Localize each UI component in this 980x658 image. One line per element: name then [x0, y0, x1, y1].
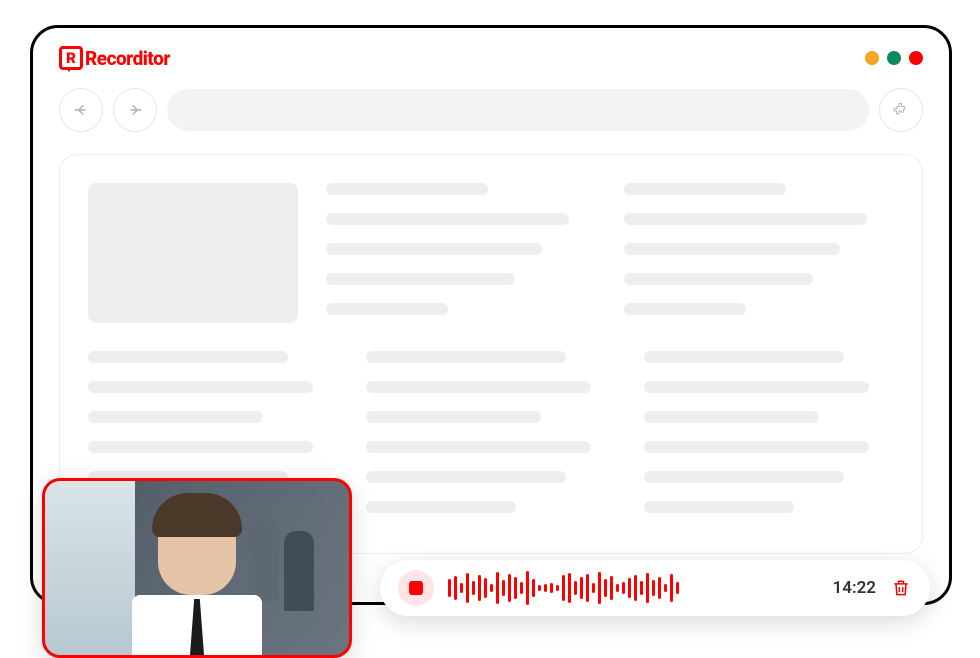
skeleton-line	[644, 501, 794, 513]
content-thumbnail	[88, 183, 298, 323]
window-controls	[865, 51, 923, 65]
delete-recording-button[interactable]	[890, 577, 912, 599]
stop-recording-button[interactable]	[398, 570, 434, 606]
waveform-bar	[550, 583, 553, 593]
skeleton-line	[644, 381, 869, 393]
skeleton-line	[366, 381, 591, 393]
app-name: Recorditor	[85, 47, 170, 70]
waveform-bar	[460, 583, 463, 593]
skeleton-line	[624, 183, 786, 195]
waveform-bar	[448, 579, 451, 597]
window-header: R Recorditor	[33, 28, 949, 78]
waveform-bar	[676, 582, 679, 594]
skeleton-line	[366, 351, 566, 363]
waveform-bar	[610, 576, 613, 600]
waveform-bar	[454, 576, 457, 600]
waveform-bar	[544, 584, 547, 592]
skeleton-line	[326, 273, 515, 285]
waveform-bar	[490, 584, 493, 592]
waveform-bar	[646, 573, 649, 603]
arrow-left-icon	[72, 101, 90, 119]
waveform-bar	[562, 575, 565, 601]
recording-duration: 14:22	[833, 578, 876, 598]
close-button[interactable]	[909, 51, 923, 65]
skeleton-line	[624, 303, 746, 315]
waveform-bar	[514, 577, 517, 599]
content-top-section	[88, 183, 894, 323]
webcam-preview[interactable]	[42, 478, 352, 658]
waveform-bar	[526, 571, 529, 605]
skeleton-line	[88, 351, 288, 363]
waveform-bar	[556, 585, 559, 591]
waveform-bar	[658, 577, 661, 599]
skeleton-line	[624, 243, 840, 255]
skeleton-line	[644, 351, 844, 363]
app-logo: R Recorditor	[59, 46, 170, 70]
waveform-bar	[538, 585, 541, 591]
back-button[interactable]	[59, 88, 103, 132]
skeleton-line	[624, 213, 867, 225]
stop-icon	[409, 581, 423, 595]
waveform-bar	[616, 584, 619, 592]
logo-icon: R	[59, 46, 83, 70]
skeleton-line	[88, 381, 313, 393]
waveform-bar	[472, 581, 475, 595]
arrow-right-icon	[126, 101, 144, 119]
waveform-bar	[598, 572, 601, 604]
skeleton-line	[326, 243, 542, 255]
skeleton-line	[366, 471, 566, 483]
extensions-button[interactable]	[879, 88, 923, 132]
waveform-bar	[520, 582, 523, 594]
address-bar[interactable]	[167, 89, 869, 131]
content-columns	[326, 183, 894, 323]
waveform-bar	[622, 582, 625, 594]
skeleton-line	[366, 441, 591, 453]
skeleton-line	[326, 213, 569, 225]
skeleton-line	[644, 471, 844, 483]
skeleton-line	[326, 303, 448, 315]
skeleton-line	[624, 273, 813, 285]
waveform-bar	[652, 580, 655, 596]
skeleton-line	[88, 441, 313, 453]
waveform-bar	[586, 574, 589, 602]
trash-icon	[891, 578, 911, 598]
waveform-bar	[604, 579, 607, 597]
waveform-bar	[634, 575, 637, 601]
recording-control-bar: 14:22	[380, 560, 930, 616]
forward-button[interactable]	[113, 88, 157, 132]
skeleton-line	[644, 441, 869, 453]
skeleton-line	[644, 411, 819, 423]
waveform-bar	[640, 581, 643, 595]
puzzle-icon	[891, 100, 911, 120]
waveform-bar	[592, 583, 595, 593]
skeleton-line	[326, 183, 488, 195]
content-column	[624, 183, 894, 323]
waveform-bar	[568, 573, 571, 603]
waveform-bar	[508, 574, 511, 602]
skeleton-line	[88, 411, 263, 423]
waveform-bar	[580, 577, 583, 599]
waveform-bar	[466, 573, 469, 603]
content-column	[366, 351, 616, 513]
skeleton-line	[366, 411, 541, 423]
waveform-bar	[574, 581, 577, 595]
navigation-row	[33, 78, 949, 142]
content-column	[326, 183, 596, 323]
skeleton-line	[366, 501, 516, 513]
waveform-bar	[496, 572, 499, 604]
maximize-button[interactable]	[887, 51, 901, 65]
waveform-bar	[628, 578, 631, 598]
waveform-bar	[478, 575, 481, 601]
webcam-person	[107, 501, 287, 655]
waveform-bar	[670, 574, 673, 602]
logo-letter: R	[66, 49, 76, 67]
minimize-button[interactable]	[865, 51, 879, 65]
audio-waveform	[448, 568, 819, 608]
waveform-bar	[532, 579, 535, 597]
waveform-bar	[502, 580, 505, 596]
content-column	[644, 351, 894, 513]
waveform-bar	[484, 578, 487, 598]
waveform-bar	[664, 584, 667, 592]
